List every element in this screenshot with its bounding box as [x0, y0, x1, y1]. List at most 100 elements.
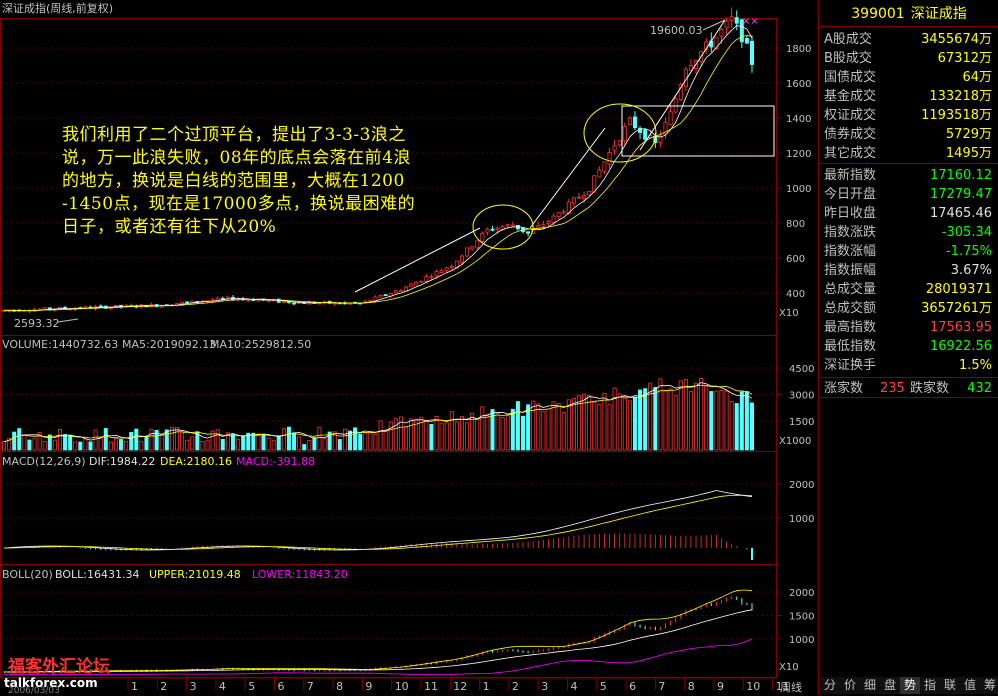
- volume-bar: [638, 389, 643, 451]
- stat-row: 指数涨跌 -305.34: [820, 223, 996, 242]
- chart-area[interactable]: 深证成指(周线,前复权) VOLUME:1440732.63 MA5:20190…: [0, 0, 820, 695]
- volume-bar: [439, 422, 444, 451]
- volume-bar: [592, 401, 597, 451]
- y-tick-label: 1200: [786, 149, 811, 160]
- volume-bar: [261, 433, 266, 451]
- rise-label: 涨家数: [824, 381, 864, 396]
- candle-body: [627, 117, 632, 125]
- stat-label: 指数涨幅: [824, 244, 877, 259]
- volume-bar: [668, 388, 673, 451]
- period-label[interactable]: 周线: [780, 679, 802, 695]
- turnover-label: 其它成交: [824, 146, 877, 161]
- stat-value: 17563.95: [929, 320, 992, 335]
- fall-count: 432: [967, 381, 992, 396]
- volume-bar: [587, 395, 592, 451]
- volume-bar: [205, 439, 210, 451]
- macd-series: [3, 490, 753, 560]
- volume-bar: [495, 413, 500, 451]
- candle-body: [409, 283, 414, 288]
- turnover-row: 基金成交 133218万: [820, 87, 996, 106]
- tab-3[interactable]: 盘: [880, 677, 901, 694]
- annotation-line-4: -1450点，现在是17000多点，换说最困难的: [62, 194, 416, 214]
- x-tick-label: 9: [717, 680, 724, 693]
- macd-dea-label: DEA:2180.16: [160, 455, 232, 468]
- volume-bar: [108, 441, 113, 451]
- candle-body: [419, 280, 424, 283]
- volume-bar: [139, 441, 144, 451]
- stat-value: 17279.47: [929, 187, 992, 202]
- tab-8[interactable]: 筹: [980, 677, 998, 694]
- volume-bar: [378, 420, 383, 451]
- x-tick-label: 2: [160, 680, 167, 693]
- stat-label: 最低指数: [824, 339, 877, 354]
- volume-bar: [190, 436, 195, 451]
- candle-body: [729, 16, 734, 21]
- volume-bar: [699, 378, 704, 451]
- volume-bar: [521, 415, 526, 451]
- x-axis: 1 2 3 4 5 6 7 8 9 10 11 12 1 2 3 4 5 6 7 8 9 10 11: [0, 677, 790, 693]
- volume-bar: [358, 433, 363, 451]
- candle-body: [632, 116, 637, 129]
- volume-bar: [42, 441, 47, 451]
- volume-bar: [556, 403, 561, 451]
- volume-bar: [454, 421, 459, 451]
- macd-value-label: MACD:-391.88: [236, 455, 315, 468]
- volume-bar: [475, 419, 480, 451]
- stat-row: 总成交额 3657261万: [820, 299, 996, 318]
- candle-body: [556, 212, 561, 217]
- candle-body: [597, 169, 602, 178]
- tab-1[interactable]: 价: [840, 677, 861, 694]
- volume-bar: [83, 438, 88, 451]
- tab-4[interactable]: 势: [900, 677, 921, 694]
- candle-body: [439, 270, 444, 273]
- tab-6[interactable]: 联: [940, 677, 961, 694]
- x-tick-label: 7: [307, 680, 314, 693]
- stat-row: 最低指数 16922.56: [820, 337, 996, 356]
- volume-bar: [434, 416, 439, 451]
- volume-bar: [393, 418, 398, 451]
- x-tick-label: 5: [600, 680, 607, 693]
- volume-bar: [678, 380, 683, 451]
- candle-body: [373, 296, 378, 301]
- turnover-row: 权证成交 1193518万: [820, 106, 996, 125]
- candle-body: [444, 267, 449, 271]
- volume-bar: [607, 404, 612, 451]
- panel-separator: [820, 26, 998, 27]
- volume-bar: [149, 428, 154, 451]
- candle-body: [607, 152, 612, 165]
- candle-body: [225, 296, 230, 299]
- stat-value: 17160.12: [929, 168, 992, 183]
- stat-value: -1.75%: [946, 244, 992, 259]
- volume-bar: [98, 436, 103, 451]
- candle-body: [734, 17, 739, 24]
- forum-watermark: 福客外汇论坛: [8, 657, 110, 677]
- volume-bar: [312, 437, 317, 451]
- volume-bar: [297, 436, 302, 451]
- x-tick-label: 4: [219, 680, 226, 693]
- boll-series: [3, 589, 753, 676]
- volume-bar: [302, 444, 307, 451]
- x-tick-label: 2: [512, 680, 519, 693]
- volume-bar: [673, 395, 678, 451]
- volume-bar: [403, 426, 408, 451]
- volume-bar: [73, 441, 78, 451]
- volume-bar: [566, 399, 571, 451]
- tab-7[interactable]: 值: [960, 677, 981, 694]
- volume-bar: [617, 393, 622, 451]
- stat-label: 指数振幅: [824, 263, 877, 278]
- volume-bar: [449, 411, 454, 451]
- volume-bar: [12, 431, 17, 451]
- volume-bar: [220, 438, 225, 451]
- volume-bar: [683, 378, 688, 451]
- tab-0[interactable]: 分: [820, 677, 841, 694]
- boll-lower-label: LOWER:11843.20: [252, 568, 348, 581]
- turnover-row: B股成交 67312万: [820, 49, 996, 68]
- candle-body: [378, 294, 383, 298]
- x-tick-label: 1: [131, 680, 138, 693]
- volume-bar: [704, 385, 709, 451]
- tab-5[interactable]: 指: [920, 677, 941, 694]
- tab-2[interactable]: 细: [860, 677, 881, 694]
- turnover-value: 5729万: [945, 127, 992, 142]
- candle-body: [434, 270, 439, 277]
- volume-bars: [2, 378, 755, 451]
